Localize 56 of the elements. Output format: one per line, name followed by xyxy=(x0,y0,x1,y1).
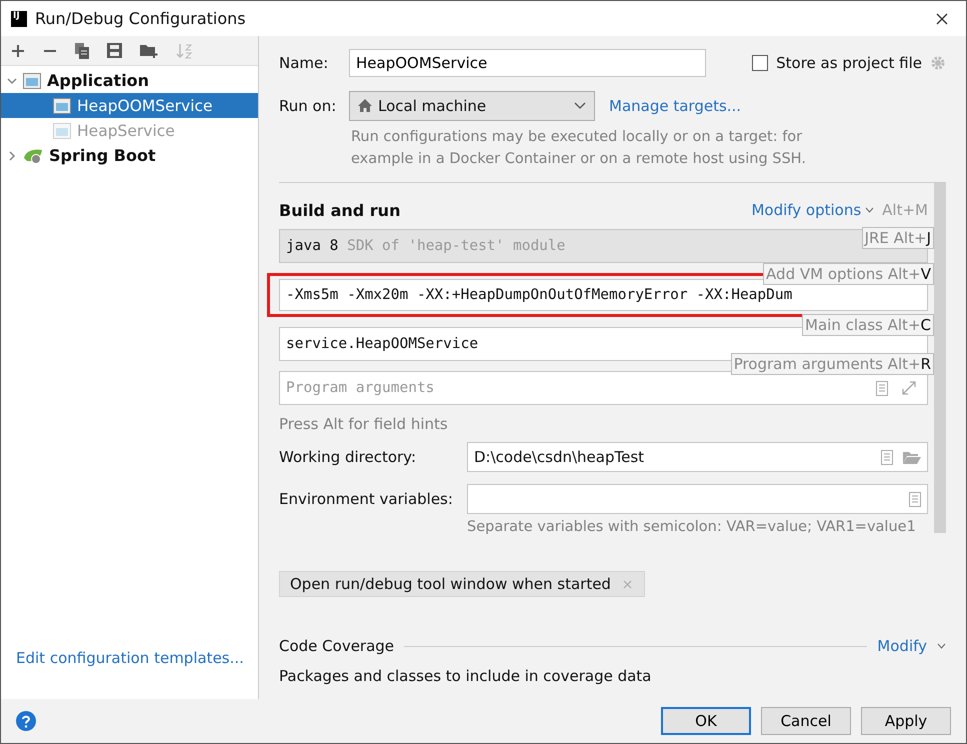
modify-options-link[interactable]: Modify options xyxy=(751,201,862,219)
shortcut-tooltip: Program arguments Alt+R xyxy=(730,353,934,375)
application-icon xyxy=(53,98,71,114)
tree-group-label[interactable]: Spring Boot xyxy=(49,146,156,165)
application-icon xyxy=(23,72,41,88)
modify-link[interactable]: Modify xyxy=(877,637,927,655)
option-tag[interactable]: Open run/debug tool window when started xyxy=(279,571,645,597)
run-on-dropdown[interactable]: Local machine xyxy=(349,90,595,120)
environment-variables-label: Environment variables: xyxy=(279,490,454,508)
chevron-icon[interactable] xyxy=(7,76,17,86)
tree-item[interactable]: HeapOOMService xyxy=(1,93,258,118)
home-icon xyxy=(358,99,372,112)
caret-icon xyxy=(865,207,874,213)
coverage-note: Packages and classes to include in coverage data xyxy=(279,667,652,685)
add-icon[interactable] xyxy=(11,44,25,58)
expand-icon[interactable] xyxy=(902,381,916,395)
dialog-button[interactable]: OK xyxy=(661,707,751,735)
chevron-icon[interactable] xyxy=(7,150,17,160)
save-icon[interactable] xyxy=(107,43,122,58)
run-on-label: Run on: xyxy=(279,96,338,114)
document-icon[interactable] xyxy=(881,450,893,464)
checkbox[interactable] xyxy=(752,54,768,70)
run-on-hint: Run configurations may be executed locally or on a target: for example in a Docker Container or on a remote host using SSH. xyxy=(350,128,807,169)
close-icon[interactable] xyxy=(936,12,948,24)
store-project-file-label[interactable]: Store as project file xyxy=(776,54,922,72)
caret-icon xyxy=(574,102,586,109)
dialog-button[interactable]: Apply xyxy=(861,707,951,735)
name-field[interactable]: HeapOOMService xyxy=(349,48,706,76)
tree-group-label[interactable]: Application xyxy=(47,71,150,90)
section-title: Code Coverage xyxy=(279,637,394,655)
shortcut-tooltip: JRE Alt+J xyxy=(862,227,934,249)
folder-add-icon[interactable] xyxy=(140,43,158,58)
shortcut-hint: Alt+M xyxy=(882,201,928,219)
name-label: Name: xyxy=(279,54,330,72)
shortcut-tooltip: Add VM options Alt+V xyxy=(763,263,934,285)
program-arguments-field[interactable]: Program arguments xyxy=(279,371,928,405)
section-title: Build and run xyxy=(279,200,400,220)
help-icon[interactable] xyxy=(16,711,36,731)
document-icon[interactable] xyxy=(876,381,888,396)
working-directory-field[interactable]: D:\code\csdn\heapTest xyxy=(467,442,928,472)
window-title: Run/Debug Configurations xyxy=(35,9,247,28)
working-directory-label: Working directory: xyxy=(279,448,418,466)
copy-icon[interactable] xyxy=(75,42,89,58)
field-hints-note: Press Alt for field hints xyxy=(279,415,449,433)
app-logo: IJ xyxy=(11,10,27,26)
document-icon[interactable] xyxy=(909,492,921,506)
application-icon xyxy=(53,122,71,138)
caret-icon xyxy=(937,643,946,649)
manage-targets-link[interactable]: Manage targets... xyxy=(609,96,742,114)
environment-variables-field[interactable] xyxy=(467,484,928,514)
dialog-button[interactable]: Cancel xyxy=(761,707,851,735)
shortcut-tooltip: Main class Alt+C xyxy=(802,314,934,336)
folder-icon[interactable] xyxy=(903,450,921,464)
scrollbar[interactable] xyxy=(934,183,946,533)
leaf-icon xyxy=(23,148,43,164)
environment-variables-hint: Separate variables with semicolon: VAR=value; VAR1=value1 xyxy=(466,519,917,535)
